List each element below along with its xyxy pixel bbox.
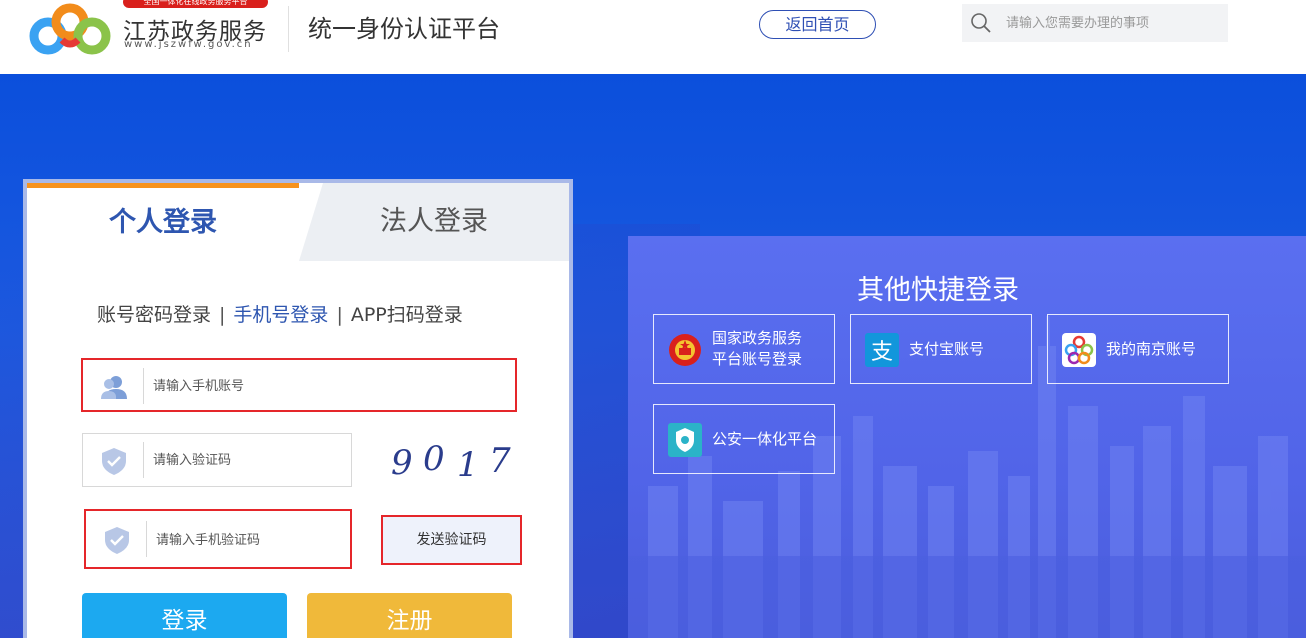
login-panel: 法人登录 个人登录 账号密码登录 | 手机号登录 | APP扫码登录 9 0 1 7 [23,179,573,638]
tab-slant [299,183,323,261]
search-box[interactable] [962,4,1228,42]
captcha-char: 0 [423,439,445,479]
sms-code-field[interactable] [84,509,352,569]
phone-field[interactable] [81,358,517,412]
quick-login-label: 公安一体化平台 [712,429,818,448]
captcha-input[interactable] [153,446,343,474]
site-url: www.jszwfw.gov.cn [124,39,253,50]
national-emblem-icon [669,334,701,366]
method-app-scan[interactable]: APP扫码登录 [351,304,463,326]
captcha-char: 9 [391,443,413,483]
alipay-icon: 支 [865,333,899,367]
quick-login-label: 支付宝账号 [909,339,985,358]
tagline-badge: 全国一体化在线政务服务平台 [123,0,268,8]
field-separator [143,368,144,404]
search-input[interactable] [1006,10,1216,36]
header: 全国一体化在线政务服务平台 江苏政务服务 www.jszwfw.gov.cn 统… [0,0,1306,74]
header-divider [288,6,289,52]
return-home-button[interactable]: 返回首页 [759,10,876,39]
quick-login-label: 我的南京账号 [1106,339,1197,358]
quick-login-alipay[interactable]: 支 支付宝账号 [850,314,1032,384]
login-button[interactable]: 登录 [82,593,287,638]
svg-text:支: 支 [871,340,893,365]
shield-check-icon [102,448,126,475]
quick-login-national-gov[interactable]: 国家政务服务 平台账号登录 [653,314,835,384]
quick-login-label-line1: 国家政务服务 [712,329,803,347]
quick-login-nanjing[interactable]: 我的南京账号 [1047,314,1229,384]
send-code-button[interactable]: 发送验证码 [381,515,522,565]
search-icon[interactable] [970,12,992,34]
login-method-switch: 账号密码登录 | 手机号登录 | APP扫码登录 [97,300,463,327]
register-button[interactable]: 注册 [307,593,512,638]
other-login-title: 其他快捷登录 [857,275,1019,306]
shield-check-icon [105,527,129,554]
field-separator [143,442,144,478]
quick-login-label-line2: 平台账号登录 [712,350,803,368]
method-phone[interactable]: 手机号登录 [233,304,328,326]
my-nanjing-icon [1062,333,1096,367]
captcha-field[interactable] [82,433,352,487]
captcha-image[interactable]: 9 0 1 7 [387,439,522,489]
site-logo [29,3,111,55]
quick-login-police[interactable]: 公安一体化平台 [653,404,835,474]
captcha-char: 7 [489,441,511,481]
quick-login-label: 国家政务服务 平台账号登录 [712,315,802,383]
tab-legal-login[interactable]: 法人登录 [299,183,569,261]
tab-personal-login[interactable]: 个人登录 [27,183,299,261]
captcha-char: 1 [457,445,479,485]
method-account-password[interactable]: 账号密码登录 [97,304,211,326]
other-login-panel: 其他快捷登录 国家政务服务 平台账号登录 支 支付宝账号 我的南京账号 公安一体… [628,236,1306,638]
method-separator: | [336,304,343,326]
field-separator [146,521,147,557]
police-badge-icon [668,423,702,457]
sms-code-input[interactable] [156,526,342,554]
user-icon [101,376,127,399]
phone-input[interactable] [153,372,493,400]
method-separator: | [219,304,226,326]
platform-title: 统一身份认证平台 [308,15,500,43]
